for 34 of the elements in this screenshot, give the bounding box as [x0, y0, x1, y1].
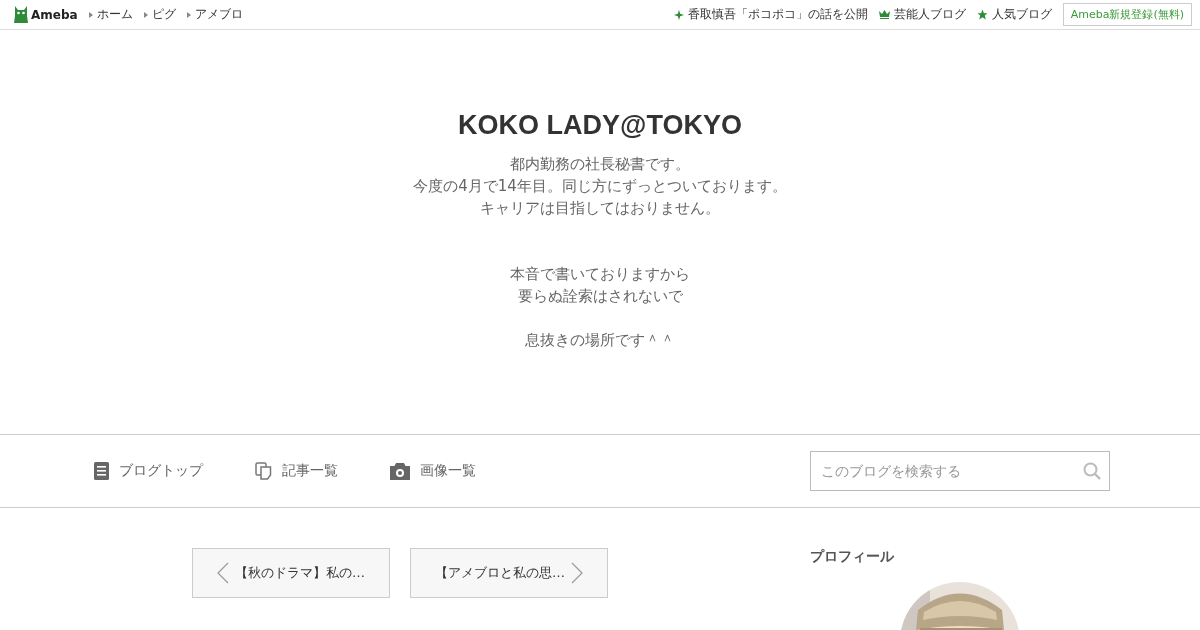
nav-link[interactable]: ピグ [143, 6, 176, 23]
header-link[interactable]: 芸能人ブログ [878, 6, 966, 23]
register-button[interactable]: Ameba新規登録(無料) [1062, 3, 1192, 26]
blog-title: KOKO LADY@TOKYO [458, 110, 742, 141]
description-line: 本音で書いておりますから [510, 264, 690, 285]
triangle-icon [88, 11, 93, 18]
star-icon [976, 9, 988, 20]
previous-post-button[interactable]: 【秋のドラマ】私の… [192, 548, 390, 598]
description-line: 都内勤務の社長秘書です。 [509, 154, 691, 175]
search-field[interactable]: このブログを検索する [810, 451, 1110, 491]
right-chevron-icon [571, 562, 583, 584]
nav-link[interactable]: ホーム [88, 6, 133, 23]
crown-icon [878, 10, 890, 19]
header-link[interactable]: 人気ブログ [976, 6, 1052, 23]
ameba-logo[interactable]: Ameba [14, 6, 78, 23]
profile-heading: プロフィール [810, 548, 895, 566]
search-icon[interactable] [1083, 462, 1101, 480]
description-line: 要らぬ詮索はされないで [516, 286, 684, 307]
next-post-button[interactable]: 【アメブロと私の思… [410, 548, 608, 598]
description-line: 息抜きの場所です＾＾ [525, 330, 675, 351]
menu-link[interactable]: 画像一覧 [390, 462, 476, 480]
header-link[interactable]: 香取慎吾「ポコポコ」の話を公開 [673, 6, 868, 23]
document-icon [94, 462, 109, 480]
menu-link[interactable]: 記事一覧 [255, 462, 338, 480]
menu-link[interactable]: ブログトップ [94, 462, 203, 480]
left-chevron-icon [217, 562, 229, 584]
triangle-icon [186, 11, 191, 18]
description-line: 今度の4月で14年目。同じ方にずっとついております。 [413, 176, 787, 197]
nav-link[interactable]: アメブロ [186, 6, 243, 23]
description-line: キャリアは目指してはおりません。 [479, 198, 721, 219]
sparkle-icon [673, 9, 684, 20]
camera-icon [390, 462, 410, 480]
triangle-icon [143, 11, 148, 18]
copy-icon [255, 462, 272, 480]
